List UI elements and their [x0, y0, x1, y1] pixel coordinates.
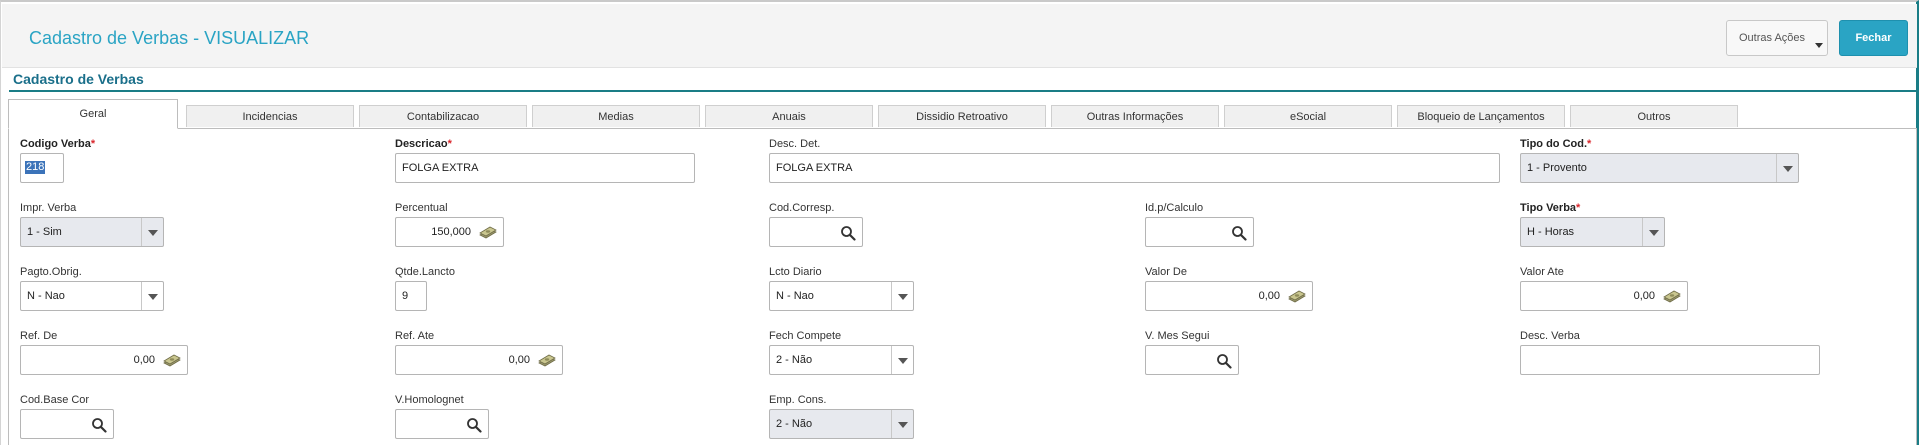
cod-base-cor-input[interactable]	[20, 409, 114, 439]
cod-corresp-input[interactable]	[769, 217, 863, 247]
valor-de-value: 0,00	[1258, 290, 1280, 302]
chevron-down-icon[interactable]	[1642, 218, 1664, 246]
money-icon[interactable]	[1662, 290, 1682, 304]
valor-ate-value: 0,00	[1633, 290, 1655, 302]
pagto-obrig-select[interactable]: N - Nao	[20, 281, 164, 311]
chevron-down-icon[interactable]	[141, 218, 163, 246]
fech-compete-value: 2 - Não	[776, 354, 813, 366]
section-title: Cadastro de Verbas	[13, 71, 144, 87]
impr-verba-label: Impr. Verba	[20, 202, 77, 214]
tab-geral[interactable]: Geral	[8, 99, 178, 129]
desc-det-value: FOLGA EXTRA	[776, 162, 853, 174]
pagto-obrig-label: Pagto.Obrig.	[20, 266, 82, 278]
tab-outros[interactable]: Outros	[1570, 105, 1738, 127]
descricao-label: Descricao*	[395, 138, 452, 150]
page-title: Cadastro de Verbas - VISUALIZAR	[29, 28, 310, 48]
desc-det-input[interactable]: FOLGA EXTRA	[769, 153, 1500, 183]
ref-ate-label: Ref. Ate	[395, 330, 435, 342]
money-icon[interactable]	[162, 354, 182, 368]
pagto-obrig-value: N - Nao	[27, 290, 65, 302]
valor-de-input[interactable]: 0,00	[1145, 281, 1313, 311]
chevron-down-icon[interactable]	[891, 282, 913, 310]
desc-verba-input[interactable]	[1520, 345, 1820, 375]
chevron-down-icon[interactable]	[891, 410, 913, 438]
app-window: Cadastro de Verbas - VISUALIZAR Outras A…	[0, 0, 1919, 445]
tipo-verba-select[interactable]: H - Horas	[1520, 217, 1665, 247]
ref-ate-value: 0,00	[508, 354, 530, 366]
percentual-value: 150,000	[431, 226, 471, 238]
codigo-verba-label: Codigo Verba*	[20, 138, 96, 150]
ref-de-label: Ref. De	[20, 330, 58, 342]
v-homolognet-input[interactable]	[395, 409, 489, 439]
tipo-verba-value: H - Horas	[1527, 226, 1575, 238]
tab-bloqueio-lancamentos[interactable]: Bloqueio de Lançamentos	[1397, 105, 1565, 127]
tab-incidencias[interactable]: Incidencias	[186, 105, 354, 127]
tab-contabilizacao[interactable]: Contabilizacao	[359, 105, 527, 127]
tipo-cod-select[interactable]: 1 - Provento	[1520, 153, 1799, 183]
valor-ate-input[interactable]: 0,00	[1520, 281, 1688, 311]
money-icon[interactable]	[478, 226, 498, 240]
money-icon[interactable]	[537, 354, 557, 368]
tab-esocial[interactable]: eSocial	[1224, 105, 1392, 127]
id-calculo-input[interactable]	[1145, 217, 1254, 247]
v-mes-segui-input[interactable]	[1145, 345, 1239, 375]
ref-de-input[interactable]: 0,00	[20, 345, 188, 375]
codigo-verba-value: 218	[25, 161, 46, 174]
valor-ate-label: Valor Ate	[1520, 266, 1564, 278]
chevron-down-icon[interactable]	[141, 282, 163, 310]
tab-dissidio-retroativo[interactable]: Dissidio Retroativo	[878, 105, 1046, 127]
search-icon[interactable]	[91, 417, 107, 433]
tipo-cod-value: 1 - Provento	[1527, 162, 1587, 174]
desc-det-label: Desc. Det.	[769, 138, 821, 150]
qtde-lancto-value: 9	[402, 290, 409, 302]
v-homolognet-label: V.Homolognet	[395, 394, 464, 406]
outras-acoes-button[interactable]: Outras Ações	[1726, 20, 1828, 56]
percentual-label: Percentual	[395, 202, 448, 214]
money-icon[interactable]	[1287, 290, 1307, 304]
lcto-diario-value: N - Nao	[776, 290, 814, 302]
search-icon[interactable]	[840, 225, 856, 241]
chevron-down-icon	[1815, 43, 1823, 48]
tipo-cod-label: Tipo do Cod.*	[1520, 138, 1592, 150]
qtde-lancto-label: Qtde.Lancto	[395, 266, 455, 278]
chevron-down-icon[interactable]	[1776, 154, 1798, 182]
ref-de-value: 0,00	[133, 354, 155, 366]
v-mes-segui-label: V. Mes Segui	[1145, 330, 1210, 342]
search-icon[interactable]	[1231, 225, 1247, 241]
emp-cons-select[interactable]: 2 - Não	[769, 409, 914, 439]
tipo-verba-label: Tipo Verba*	[1520, 202, 1581, 214]
cod-corresp-label: Cod.Corresp.	[769, 202, 835, 214]
tab-bar: Geral Incidencias Contabilizacao Medias …	[8, 99, 1913, 129]
emp-cons-value: 2 - Não	[776, 418, 813, 430]
chevron-down-icon[interactable]	[891, 346, 913, 374]
cod-base-cor-label: Cod.Base Cor	[20, 394, 90, 406]
emp-cons-label: Emp. Cons.	[769, 394, 827, 406]
descricao-input[interactable]: FOLGA EXTRA	[395, 153, 695, 183]
id-calculo-label: Id.p/Calculo	[1145, 202, 1204, 214]
impr-verba-select[interactable]: 1 - Sim	[20, 217, 164, 247]
ref-ate-input[interactable]: 0,00	[395, 345, 563, 375]
tab-outras-informacoes[interactable]: Outras Informações	[1051, 105, 1219, 127]
descricao-value: FOLGA EXTRA	[402, 162, 479, 174]
fech-compete-select[interactable]: 2 - Não	[769, 345, 914, 375]
fechar-button[interactable]: Fechar	[1839, 20, 1908, 56]
lcto-diario-label: Lcto Diario	[769, 266, 822, 278]
qtde-lancto-input[interactable]: 9	[395, 281, 427, 311]
lcto-diario-select[interactable]: N - Nao	[769, 281, 914, 311]
search-icon[interactable]	[1216, 353, 1232, 369]
tab-medias[interactable]: Medias	[532, 105, 700, 127]
header-bar: Cadastro de Verbas - VISUALIZAR Outras A…	[2, 4, 1917, 68]
impr-verba-value: 1 - Sim	[27, 226, 62, 238]
fech-compete-label: Fech Compete	[769, 330, 842, 342]
section-divider	[9, 90, 1917, 92]
outras-acoes-label: Outras Ações	[1739, 32, 1806, 44]
tab-anuais[interactable]: Anuais	[705, 105, 873, 127]
search-icon[interactable]	[466, 417, 482, 433]
desc-verba-label: Desc. Verba	[1520, 330, 1580, 342]
codigo-verba-input[interactable]: 218	[20, 153, 64, 183]
valor-de-label: Valor De	[1145, 266, 1187, 278]
percentual-input[interactable]: 150,000	[395, 217, 504, 247]
